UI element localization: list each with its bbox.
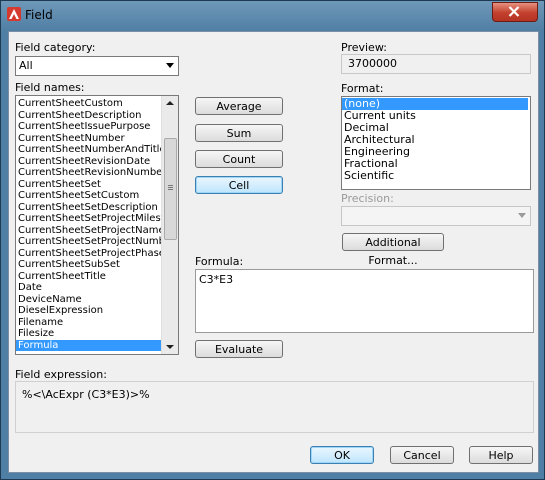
count-button[interactable]: Count xyxy=(195,150,283,168)
field-names-list-item[interactable]: DieselExpression xyxy=(16,305,162,317)
field-expression-label: Field expression: xyxy=(15,368,107,381)
scroll-up-arrow-icon[interactable] xyxy=(166,101,174,105)
average-button[interactable]: Average xyxy=(195,97,283,115)
formula-value: C3*E3 xyxy=(199,273,234,286)
field-names-list-item[interactable]: CurrentSheetNumberAndTitle xyxy=(16,144,162,156)
field-expression-box: %<\AcExpr (C3*E3)>% xyxy=(15,381,534,433)
scroll-down-arrow-icon[interactable] xyxy=(166,345,174,349)
title-bar[interactable]: Field xyxy=(1,1,544,31)
preview-value: 3700000 xyxy=(348,57,397,70)
field-category-value: All xyxy=(19,59,33,72)
field-names-list-item[interactable]: DeviceName xyxy=(16,294,162,306)
field-names-list-item[interactable]: CurrentSheetNumber xyxy=(16,133,162,145)
cancel-button[interactable]: Cancel xyxy=(390,446,454,464)
format-list[interactable]: (none) Current units Decimal Architectural E… xyxy=(341,96,531,190)
field-names-list-item[interactable]: Formula xyxy=(16,339,162,351)
field-names-list-item[interactable]: CurrentSheetIssuePurpose xyxy=(16,121,162,133)
precision-label: Precision: xyxy=(341,192,394,205)
ok-button[interactable]: OK xyxy=(310,446,374,464)
preview-box: 3700000 xyxy=(341,54,531,74)
field-expression-value: %<\AcExpr (C3*E3)>% xyxy=(22,388,150,401)
field-names-label: Field names: xyxy=(15,81,85,94)
field-names-list-item[interactable]: Filesize xyxy=(16,328,162,340)
formula-input[interactable]: C3*E3 xyxy=(195,269,534,333)
window-title: Field xyxy=(25,8,53,22)
format-list-item[interactable]: (none) xyxy=(342,98,528,110)
format-list-item[interactable]: Architectural xyxy=(342,134,528,146)
close-icon xyxy=(508,6,520,17)
field-names-list-item[interactable]: CurrentSheetDescription xyxy=(16,110,162,122)
close-button[interactable] xyxy=(492,2,538,22)
field-category-select[interactable]: All xyxy=(15,56,179,76)
chevron-down-icon xyxy=(518,213,526,218)
preview-label: Preview: xyxy=(341,41,387,54)
field-names-list-item[interactable]: CurrentSheetSetDescription xyxy=(16,202,162,214)
field-names-list-item[interactable]: CurrentSheetSetProjectPhase xyxy=(16,248,162,260)
field-names-list-item[interactable]: CurrentSheetSetProjectName xyxy=(16,225,162,237)
field-dialog: Field Field category: All Field names: C… xyxy=(0,0,545,480)
dialog-content: Field category: All Field names: Current… xyxy=(8,31,539,473)
format-list-item[interactable]: Scientific xyxy=(342,170,528,182)
sum-button[interactable]: Sum xyxy=(195,124,283,142)
field-names-list-item[interactable]: CurrentSheetTitle xyxy=(16,271,162,283)
field-names-list-item[interactable]: CurrentSheetSetCustom xyxy=(16,190,162,202)
field-names-list-item[interactable]: Filename xyxy=(16,317,162,329)
scroll-thumb[interactable] xyxy=(164,138,177,240)
formula-label: Formula: xyxy=(195,255,244,268)
field-category-label: Field category: xyxy=(15,41,96,54)
grip-icon xyxy=(168,185,173,186)
field-names-list-item[interactable]: CurrentSheetSubSet xyxy=(16,259,162,271)
precision-select[interactable] xyxy=(341,206,531,226)
evaluate-button[interactable]: Evaluate xyxy=(195,340,283,358)
additional-format-button[interactable]: Additional Format... xyxy=(342,233,444,267)
chevron-down-icon xyxy=(166,63,174,68)
help-button[interactable]: Help xyxy=(469,446,533,464)
format-list-item[interactable]: Decimal xyxy=(342,122,528,134)
field-names-list-item[interactable]: CurrentSheetRevisionDate xyxy=(16,156,162,168)
format-list-item[interactable]: Current units xyxy=(342,110,528,122)
field-names-list-item[interactable]: CurrentSheetRevisionNumber xyxy=(16,167,162,179)
field-names-list[interactable]: CurrentSheetCustom CurrentSheetDescriptio… xyxy=(15,95,179,355)
cell-button[interactable]: Cell xyxy=(195,176,283,194)
field-names-list-item[interactable]: CurrentSheetCustom xyxy=(16,98,162,110)
field-names-list-item[interactable]: Date xyxy=(16,282,162,294)
field-names-scrollbar[interactable] xyxy=(161,96,178,354)
autocad-app-icon xyxy=(7,7,21,21)
format-label: Format: xyxy=(341,82,384,95)
field-names-list-item[interactable]: CurrentSheetSetProjectMilestone xyxy=(16,213,162,225)
field-names-list-item[interactable]: CurrentSheetSetProjectNumber xyxy=(16,236,162,248)
field-names-list-item[interactable]: CurrentSheetSet xyxy=(16,179,162,191)
format-list-item[interactable]: Fractional xyxy=(342,158,528,170)
format-list-item[interactable]: Engineering xyxy=(342,146,528,158)
